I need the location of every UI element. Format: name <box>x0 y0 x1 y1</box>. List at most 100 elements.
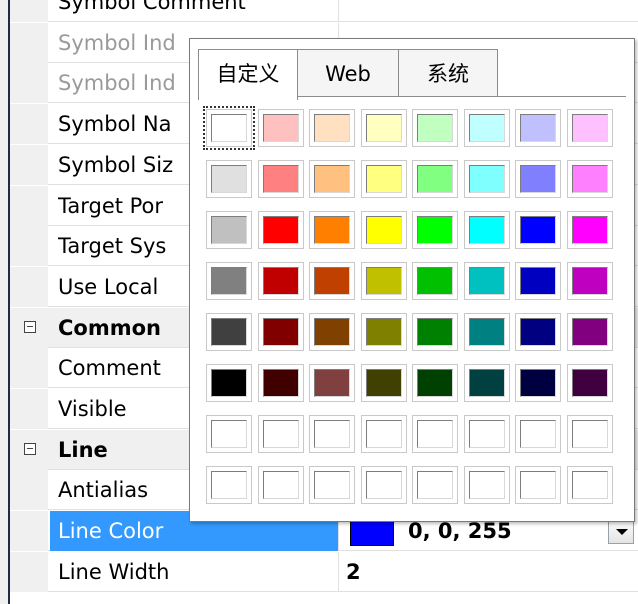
row-gutter <box>10 511 48 551</box>
color-cell[interactable] <box>566 262 613 300</box>
row-gutter <box>10 470 48 510</box>
color-cell[interactable] <box>206 262 252 300</box>
color-cell[interactable] <box>515 313 561 351</box>
color-cell[interactable] <box>412 364 458 402</box>
row-gutter <box>10 186 48 226</box>
chevron-down-icon <box>616 529 628 535</box>
color-cell[interactable] <box>203 106 255 150</box>
color-swatch <box>262 216 299 244</box>
color-cell[interactable] <box>360 415 407 453</box>
color-cell[interactable] <box>257 160 304 198</box>
color-cell[interactable] <box>463 466 510 504</box>
color-swatch <box>520 216 556 244</box>
color-swatch <box>417 369 453 397</box>
collapse-icon[interactable] <box>24 443 36 455</box>
color-cell[interactable] <box>309 466 355 504</box>
tab-1[interactable]: Web <box>297 49 399 97</box>
color-swatch <box>520 165 556 193</box>
color-cell[interactable] <box>257 313 304 351</box>
color-cell[interactable] <box>463 109 510 147</box>
color-cell[interactable] <box>463 313 510 351</box>
color-cell[interactable] <box>309 109 355 147</box>
color-swatch <box>520 369 556 397</box>
color-swatch <box>468 216 505 244</box>
color-cell[interactable] <box>257 109 304 147</box>
color-swatch <box>314 267 350 295</box>
color-cell[interactable] <box>309 313 355 351</box>
color-cell[interactable] <box>206 415 252 453</box>
color-swatch <box>417 471 453 499</box>
color-cell[interactable] <box>515 466 561 504</box>
color-cell[interactable] <box>412 466 458 504</box>
color-cell[interactable] <box>257 415 304 453</box>
color-swatch <box>468 471 505 499</box>
color-cell[interactable] <box>515 109 561 147</box>
tab-2[interactable]: 系统 <box>398 49 498 97</box>
color-cell[interactable] <box>412 313 458 351</box>
color-swatch <box>314 420 350 448</box>
color-cell[interactable] <box>412 415 458 453</box>
color-cell[interactable] <box>360 262 407 300</box>
color-cell[interactable] <box>206 160 252 198</box>
color-swatch <box>211 114 247 142</box>
property-name: Line Width <box>58 560 170 584</box>
color-swatch <box>571 216 608 244</box>
property-value[interactable]: 2 <box>346 552 636 592</box>
color-cell[interactable] <box>360 109 407 147</box>
property-row[interactable]: Line Width 2 <box>10 552 638 592</box>
color-cell[interactable] <box>463 211 510 249</box>
color-cell[interactable] <box>309 211 355 249</box>
collapse-icon[interactable] <box>24 321 36 333</box>
color-cell[interactable] <box>463 415 510 453</box>
color-cell[interactable] <box>309 364 355 402</box>
color-cell[interactable] <box>257 364 304 402</box>
color-cell[interactable] <box>206 364 252 402</box>
column-divider <box>338 0 339 22</box>
color-cell[interactable] <box>566 313 613 351</box>
row-gutter <box>10 0 48 22</box>
color-cell[interactable] <box>206 466 252 504</box>
color-cell[interactable] <box>360 466 407 504</box>
column-divider <box>338 552 339 592</box>
color-cell[interactable] <box>360 313 407 351</box>
color-swatch <box>211 471 247 499</box>
color-cell[interactable] <box>566 466 613 504</box>
color-swatch <box>520 471 556 499</box>
color-cell[interactable] <box>566 415 613 453</box>
color-cell[interactable] <box>360 364 407 402</box>
color-swatch <box>520 318 556 346</box>
color-picker-popup: 自定义 Web 系统 <box>189 38 635 522</box>
color-cell[interactable] <box>412 211 458 249</box>
color-cell[interactable] <box>412 109 458 147</box>
color-cell[interactable] <box>206 211 252 249</box>
color-cell[interactable] <box>515 262 561 300</box>
color-cell[interactable] <box>463 160 510 198</box>
color-cell[interactable] <box>566 109 613 147</box>
tab-0[interactable]: 自定义 <box>198 49 298 100</box>
color-swatch <box>262 369 299 397</box>
color-cell[interactable] <box>257 262 304 300</box>
color-cell[interactable] <box>309 415 355 453</box>
color-cell[interactable] <box>515 415 561 453</box>
color-cell[interactable] <box>463 262 510 300</box>
color-cell[interactable] <box>257 211 304 249</box>
color-cell[interactable] <box>566 211 613 249</box>
color-cell[interactable] <box>412 262 458 300</box>
color-cell[interactable] <box>412 160 458 198</box>
color-cell[interactable] <box>360 211 407 249</box>
color-cell[interactable] <box>360 160 407 198</box>
color-cell[interactable] <box>566 160 613 198</box>
color-swatch <box>262 318 299 346</box>
color-cell[interactable] <box>309 262 355 300</box>
color-cell[interactable] <box>257 466 304 504</box>
color-cell[interactable] <box>515 364 561 402</box>
color-cell[interactable] <box>515 211 561 249</box>
row-gutter <box>10 23 48 63</box>
color-cell[interactable] <box>309 160 355 198</box>
color-cell[interactable] <box>566 364 613 402</box>
color-cell[interactable] <box>463 364 510 402</box>
color-cell[interactable] <box>206 313 252 351</box>
property-row[interactable]: Symbol Comment <box>10 0 638 22</box>
color-cell[interactable] <box>515 160 561 198</box>
color-swatch <box>468 420 505 448</box>
